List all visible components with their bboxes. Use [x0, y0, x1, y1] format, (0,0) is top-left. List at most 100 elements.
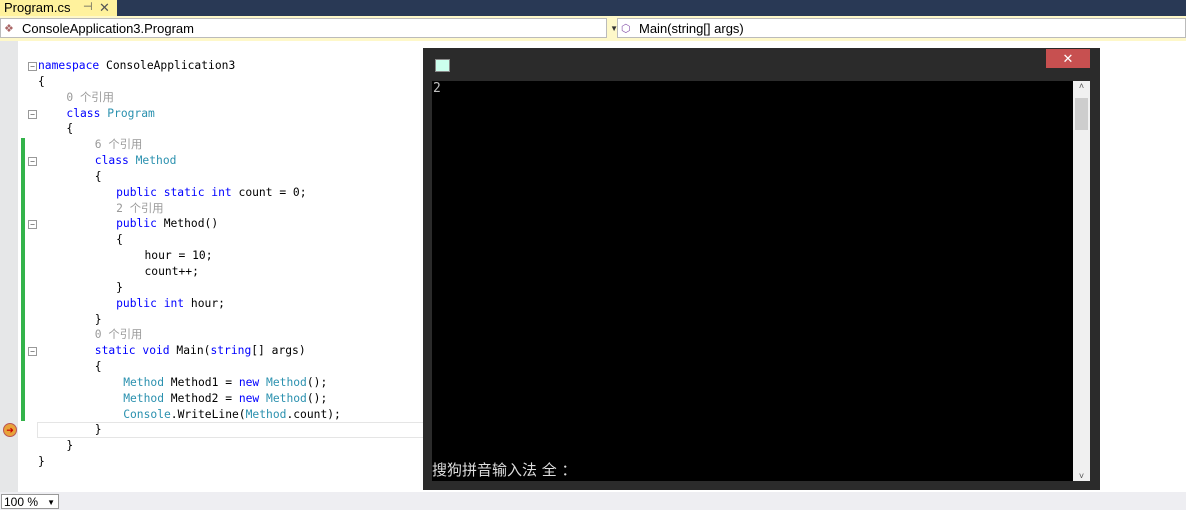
pin-icon[interactable]: ⊣ — [83, 0, 93, 15]
code-token: new — [238, 375, 260, 389]
code-text: 0 个引用 — [95, 327, 143, 343]
code-token: string — [210, 344, 252, 358]
reference-count-lens[interactable]: 0 个引用 — [95, 328, 143, 341]
navigation-bar: ❖ ConsoleApplication3.Program ▼ ⬡ Main(s… — [0, 16, 1186, 42]
code-token: Method — [266, 375, 307, 389]
code-text: class Program — [66, 106, 154, 122]
collapse-icon[interactable]: − — [28, 109, 37, 119]
code-token: } — [38, 455, 45, 469]
reference-count-lens[interactable]: 2 个引用 — [116, 202, 164, 215]
chevron-down-icon[interactable]: ▼ — [47, 495, 55, 510]
type-combo-value: ConsoleApplication3.Program — [22, 21, 194, 36]
tab-program-cs[interactable]: Program.cs ⊣ ✕ — [0, 0, 117, 16]
collapse-icon[interactable]: − — [28, 220, 37, 230]
tab-title: Program.cs — [4, 0, 71, 15]
code-token: .count); — [286, 407, 341, 421]
code-text: static void Main(string[] args) — [95, 343, 306, 359]
class-icon: ❖ — [4, 23, 14, 35]
document-tab-bar: Program.cs ⊣ ✕ — [0, 0, 1186, 16]
code-text: public static int count = 0; — [116, 185, 306, 201]
code-token: ConsoleApplication3 — [99, 59, 236, 72]
code-token: } — [94, 312, 102, 326]
code-token: class — [66, 106, 101, 120]
code-text: Console.WriteLine(Method.count); — [123, 407, 341, 423]
code-text: } — [116, 280, 123, 296]
code-text: { — [66, 121, 73, 137]
code-text: { — [95, 169, 102, 185]
code-token: new — [238, 391, 260, 405]
code-token: { — [116, 233, 123, 247]
code-text: count++; — [145, 264, 199, 280]
code-token: { — [38, 74, 45, 88]
code-text: } — [38, 454, 45, 470]
code-text: } — [95, 312, 102, 328]
code-text: 2 个引用 — [116, 201, 164, 217]
scroll-thumb[interactable] — [1075, 98, 1088, 130]
code-token: } — [66, 439, 74, 453]
ime-status: 搜狗拼音输入法 全 ： — [432, 461, 577, 479]
editor-status-bar: 100 % ▼ — [0, 492, 1186, 510]
code-text: public int hour; — [116, 296, 225, 312]
zoom-combo[interactable]: 100 % ▼ — [1, 494, 59, 509]
code-token: class — [94, 154, 129, 168]
code-token: (); — [306, 375, 328, 389]
member-combo-value: Main(string[] args) — [639, 21, 744, 36]
code-text: } — [66, 438, 73, 454]
code-token: Method2 = — [164, 391, 239, 405]
member-combo[interactable]: ⬡ Main(string[] args) — [617, 18, 1186, 38]
code-token: } — [94, 423, 102, 437]
code-token: Method — [123, 375, 164, 389]
code-token: .WriteLine( — [170, 407, 246, 421]
code-token: hour = 10; — [144, 249, 213, 263]
code-token: Method — [266, 391, 307, 405]
code-token: Program — [107, 106, 155, 120]
code-token: hour; — [184, 296, 225, 310]
code-token: [] args) — [251, 344, 306, 358]
code-text: namespace ConsoleApplication3 — [38, 58, 235, 74]
close-tab-icon[interactable]: ✕ — [99, 0, 110, 15]
reference-count-lens[interactable]: 6 个引用 — [95, 138, 143, 151]
type-combo[interactable]: ❖ ConsoleApplication3.Program ▼ — [0, 18, 618, 38]
code-token: Method — [135, 154, 177, 168]
code-token: static void — [94, 344, 170, 358]
code-token: { — [94, 169, 102, 183]
reference-count-lens[interactable]: 0 个引用 — [66, 91, 114, 104]
collapse-icon[interactable]: − — [28, 62, 37, 71]
code-token: { — [66, 122, 74, 136]
code-text: public Method() — [116, 216, 218, 232]
code-token: Main( — [169, 344, 211, 358]
code-token: public — [116, 217, 157, 231]
code-text: { — [116, 232, 123, 248]
collapse-icon[interactable]: − — [28, 347, 37, 357]
code-text: hour = 10; — [145, 248, 213, 264]
code-token: (); — [306, 391, 328, 405]
code-token: { — [94, 360, 102, 374]
code-text: Method Method1 = new Method(); — [123, 375, 327, 391]
code-token: Console — [123, 407, 171, 421]
code-token: namespace — [38, 59, 100, 72]
console-scrollbar[interactable]: ˄ ˅ — [1073, 81, 1090, 481]
code-text: { — [38, 74, 45, 90]
code-token: count++; — [144, 264, 199, 278]
code-token: public int — [116, 296, 185, 310]
current-statement-arrow-icon[interactable]: ➜ — [3, 423, 17, 437]
code-token: public static int — [116, 185, 232, 199]
code-token: Method — [123, 391, 164, 405]
console-output: 2 — [433, 81, 441, 96]
code-text: Method Method2 = new Method(); — [123, 391, 327, 407]
code-token: Method1 = — [164, 375, 239, 389]
console-close-button[interactable]: ✕ — [1046, 49, 1090, 68]
console-window[interactable]: ✕ 2 搜狗拼音输入法 全 ： ˄ ˅ — [423, 48, 1100, 490]
zoom-value: 100 % — [4, 495, 39, 509]
scroll-down-icon[interactable]: ˅ — [1073, 471, 1090, 481]
console-output-area[interactable]: 2 搜狗拼音输入法 全 ： — [432, 81, 1073, 481]
code-text: } — [95, 422, 102, 438]
code-text: { — [95, 359, 102, 375]
code-text: 0 个引用 — [66, 90, 114, 106]
code-text: class Method — [95, 153, 177, 169]
change-indicator — [21, 138, 25, 421]
code-token: Method — [245, 407, 287, 421]
scroll-up-icon[interactable]: ˄ — [1073, 81, 1090, 91]
code-text: 6 个引用 — [95, 137, 143, 153]
collapse-icon[interactable]: − — [28, 157, 37, 167]
